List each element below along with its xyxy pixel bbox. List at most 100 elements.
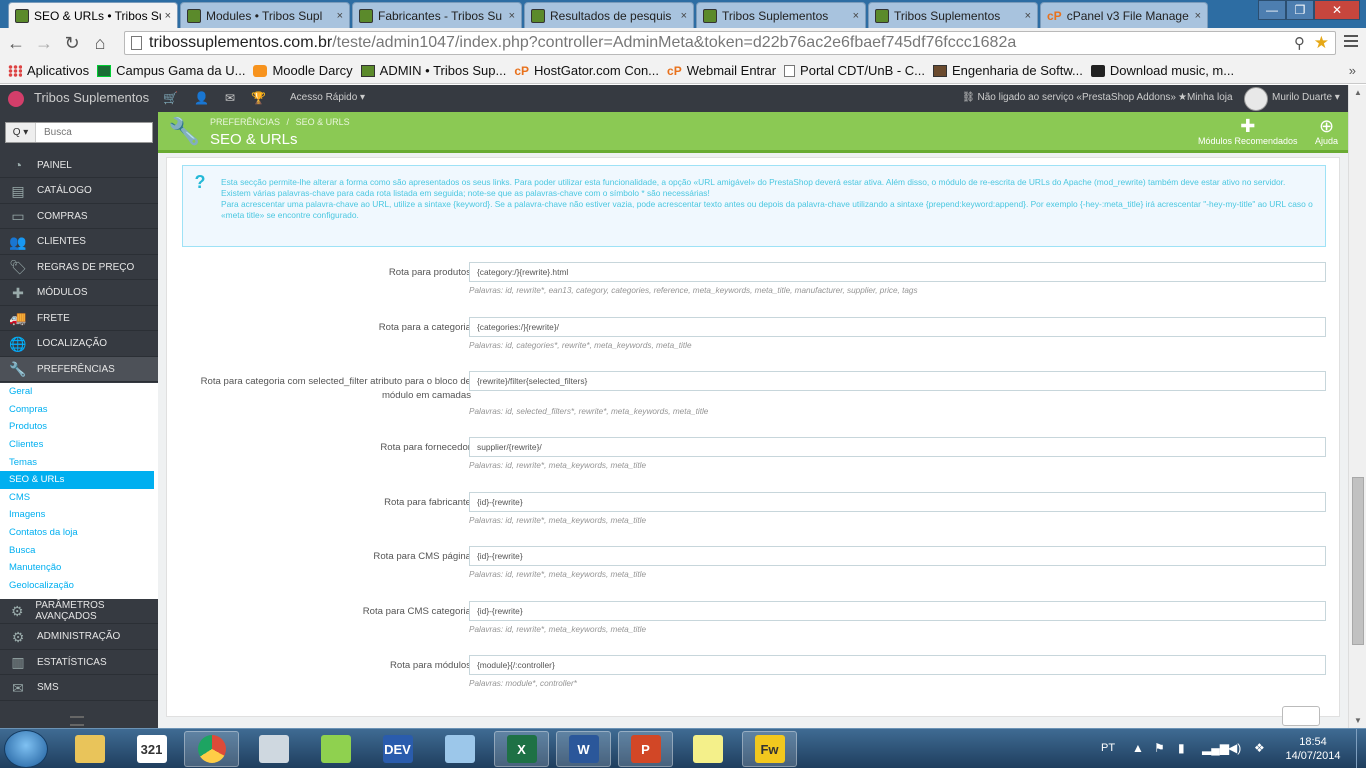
scroll-down-icon[interactable]: ▼ — [1354, 716, 1362, 725]
taskbar-app-button[interactable] — [246, 731, 301, 767]
start-button[interactable] — [4, 730, 48, 768]
sidebar-item-clientes[interactable]: 👥 CLIENTES — [0, 230, 158, 255]
battery-icon[interactable]: ▮ — [1178, 741, 1185, 755]
tab-close-icon[interactable]: × — [681, 10, 687, 22]
bookmark-item[interactable]: Portal CDT/UnB - C... — [784, 63, 925, 78]
bookmark-item[interactable]: Campus Gama da U... — [97, 63, 245, 78]
tab-close-icon[interactable]: × — [337, 10, 343, 22]
taskbar-app-button[interactable] — [308, 731, 363, 767]
sidebar-item-frete[interactable]: 🚚 FRETE — [0, 306, 158, 331]
sidebar-item-preferencias[interactable]: 🔧 PREFERÊNCIAS — [0, 357, 158, 382]
taskbar-app-button[interactable] — [184, 731, 239, 767]
taskbar-app-button[interactable]: DEV — [370, 731, 425, 767]
submenu-item-clientes[interactable]: Clientes — [0, 436, 158, 454]
sidebar-item-compras[interactable]: ▭ COMPRAS — [0, 204, 158, 229]
submenu-item-produtos[interactable]: Produtos — [0, 418, 158, 436]
sidebar-item-sms[interactable]: ✉ SMS — [0, 676, 158, 701]
shop-name[interactable]: Tribos Suplementos — [34, 90, 149, 105]
submenu-item-manutencao[interactable]: Manutenção — [0, 559, 158, 577]
addons-status-link[interactable]: ⛓ Não ligado ao serviço «PrestaShop Addo… — [962, 92, 1176, 103]
tray-expand-icon[interactable]: ▲ — [1132, 741, 1144, 755]
taskbar-app-button[interactable]: 321 — [124, 731, 179, 767]
browser-tab[interactable]: SEO & URLs • Tribos Su × — [8, 2, 178, 28]
route-input[interactable] — [469, 371, 1326, 391]
route-input[interactable] — [469, 655, 1326, 675]
route-input[interactable] — [469, 601, 1326, 621]
search-type-button[interactable]: Q ▾ — [6, 123, 36, 142]
breadcrumb-item[interactable]: PREFERÊNCIAS — [210, 117, 280, 127]
submenu-item-imagens[interactable]: Imagens — [0, 506, 158, 524]
forward-arrow-icon[interactable]: → — [30, 33, 58, 54]
envelope-icon[interactable]: ✉ — [225, 91, 235, 105]
prestashop-logo-icon[interactable] — [8, 91, 24, 107]
scrollbar-thumb[interactable] — [1352, 477, 1364, 645]
browser-tab[interactable]: cP cPanel v3 File Manage × — [1040, 2, 1208, 28]
bookmarks-more-icon[interactable]: » — [1349, 63, 1356, 78]
cart-icon[interactable]: 🛒 — [163, 91, 178, 105]
sidebar-item-catalogo[interactable]: ▤ CATÁLOGO — [0, 179, 158, 204]
bookmark-item[interactable]: Engenharia de Softw... — [933, 63, 1083, 78]
browser-tab[interactable]: Tribos Suplementos × — [696, 2, 866, 28]
submenu-item-contatos-da-loja[interactable]: Contatos da loja — [0, 524, 158, 542]
submenu-item-compras[interactable]: Compras — [0, 401, 158, 419]
taskbar-app-button[interactable] — [680, 731, 735, 767]
tab-close-icon[interactable]: × — [165, 10, 171, 22]
route-input[interactable] — [469, 317, 1326, 337]
sidebar-item-localizacao[interactable]: 🌐 LOCALIZAÇÃO — [0, 332, 158, 357]
tab-close-icon[interactable]: × — [853, 10, 859, 22]
taskbar-app-button[interactable] — [62, 731, 117, 767]
taskbar-app-button[interactable]: W — [556, 731, 611, 767]
submenu-item-geral[interactable]: Geral — [0, 383, 158, 401]
taskbar-app-button[interactable]: P — [618, 731, 673, 767]
sidebar-item-regras-de-preco[interactable]: 🏷 REGRAS DE PREÇO — [0, 255, 158, 280]
submenu-item-busca[interactable]: Busca — [0, 541, 158, 559]
help-button[interactable]: ⊕ Ajuda — [1315, 116, 1338, 146]
browser-tab[interactable]: Modules • Tribos Supl × — [180, 2, 350, 28]
show-desktop-button[interactable] — [1356, 729, 1366, 768]
bookmark-item[interactable]: Download music, m... — [1090, 63, 1234, 78]
vertical-scrollbar[interactable]: ▲ ▼ — [1348, 85, 1366, 728]
user-icon[interactable]: 👤 — [194, 91, 209, 105]
route-input[interactable] — [469, 546, 1326, 566]
route-input[interactable] — [469, 492, 1326, 512]
tab-close-icon[interactable]: × — [1195, 10, 1201, 22]
browser-tab[interactable]: Tribos Suplementos × — [868, 2, 1038, 28]
search-input[interactable] — [36, 127, 148, 138]
tab-close-icon[interactable]: × — [509, 10, 515, 22]
bookmark-item[interactable]: Aplicativos — [8, 63, 89, 78]
submenu-item-cms[interactable]: CMS — [0, 489, 158, 507]
taskbar-app-button[interactable] — [432, 731, 487, 767]
network-icon[interactable]: ▂▄▆ — [1202, 741, 1229, 755]
close-window-button[interactable]: ✕ — [1314, 0, 1360, 20]
bookmark-item[interactable]: cP HostGator.com Con... — [514, 63, 659, 78]
submenu-item-temas[interactable]: Temas — [0, 453, 158, 471]
my-store-link[interactable]: ★Minha loja — [1178, 92, 1233, 103]
volume-icon[interactable]: ◀) — [1228, 741, 1241, 755]
tab-close-icon[interactable]: × — [1025, 10, 1031, 22]
submenu-item-geolocalizacao[interactable]: Geolocalização — [0, 577, 158, 595]
taskbar-app-button[interactable]: Fw — [742, 731, 797, 767]
browser-tab[interactable]: Resultados de pesquis × — [524, 2, 694, 28]
sidebar-item-estatisticas[interactable]: ▥ ESTATÍSTICAS — [0, 650, 158, 675]
sidebar-item-parametros-avancados[interactable]: ⚙ PARÂMETROS AVANÇADOS — [0, 599, 158, 624]
trophy-icon[interactable]: 🏆 — [251, 91, 266, 105]
sidebar-collapse-icon[interactable] — [70, 716, 84, 726]
address-bar[interactable]: tribossuplementos.com.br/teste/admin1047… — [124, 31, 1336, 55]
browser-tab[interactable]: Fabricantes - Tribos Su × — [352, 2, 522, 28]
save-button[interactable] — [1282, 706, 1320, 726]
back-arrow-icon[interactable]: ← — [2, 33, 30, 54]
bookmark-item[interactable]: ADMIN • Tribos Sup... — [360, 63, 506, 78]
recommended-modules-button[interactable]: ✚ Módulos Recomendados — [1198, 116, 1298, 146]
zoom-icon[interactable]: ⚲ — [1294, 34, 1305, 52]
route-input[interactable] — [469, 437, 1326, 457]
sidebar-item-painel[interactable]: ◔ PAINEL — [0, 153, 158, 178]
sidebar-item-administracao[interactable]: ⚙ ADMINISTRAÇÃO — [0, 625, 158, 650]
scroll-up-icon[interactable]: ▲ — [1354, 88, 1362, 97]
browser-menu-icon[interactable] — [1344, 35, 1358, 47]
dropbox-icon[interactable]: ❖ — [1254, 741, 1265, 755]
home-icon[interactable]: ⌂ — [86, 33, 114, 54]
submenu-item-seo-urls[interactable]: SEO & URLs — [0, 470, 154, 489]
bookmark-star-icon[interactable]: ★ — [1314, 33, 1329, 53]
clock[interactable]: 18:54 14/07/2014 — [1282, 735, 1344, 763]
sidebar-item-modulos[interactable]: ✚ MÓDULOS — [0, 281, 158, 306]
